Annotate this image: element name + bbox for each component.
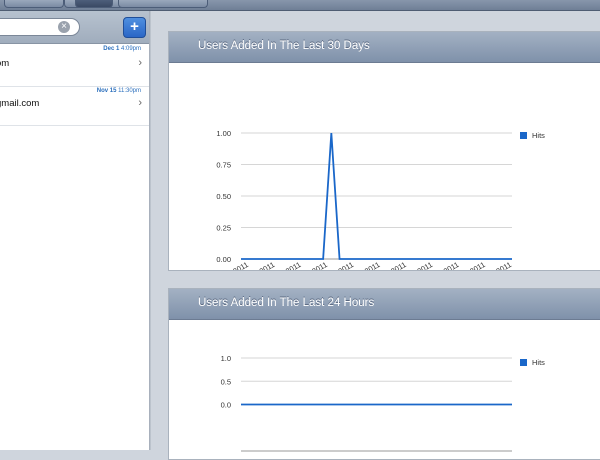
list-item[interactable]: Dec 1 4:09pm om › — [0, 44, 149, 87]
y-tick-label: 1.00 — [216, 129, 231, 138]
list-item-email: om — [0, 58, 10, 69]
chevron-right-icon: › — [138, 57, 142, 69]
y-tick-label: 0.25 — [216, 224, 231, 233]
top-toolbar — [0, 0, 600, 11]
panel-divider — [149, 11, 151, 450]
chart-card-30-days: Users Added In The Last 30 Days 1.00 0.75… — [168, 31, 600, 271]
toolbar-button-3[interactable] — [118, 0, 208, 8]
list-item-date: Dec 1 4:09pm — [103, 46, 141, 52]
add-user-button[interactable]: + — [123, 17, 146, 38]
y-tick-label: 0.5 — [221, 377, 231, 386]
toolbar-button-1[interactable] — [4, 0, 64, 8]
list-item-email: gmail.com — [0, 98, 40, 109]
card-header: Users Added In The Last 30 Days — [169, 32, 600, 63]
list-item[interactable]: Nov 15 11:30pm gmail.com › — [0, 87, 149, 126]
legend-swatch — [520, 132, 527, 139]
search-bar: × + — [0, 11, 149, 44]
legend-label: Hits — [532, 358, 545, 367]
y-tick-label: 0.0 — [221, 401, 231, 410]
user-list-panel: × + Dec 1 4:09pm om › Nov 15 11:30pm gma… — [0, 11, 149, 450]
chart-card-24-hours: Users Added In The Last 24 Hours 1.0 0.5 0… — [168, 288, 600, 460]
list-item-date: Nov 15 11:30pm — [96, 88, 141, 94]
y-tick-label: 1.0 — [221, 354, 231, 363]
card-header: Users Added In The Last 24 Hours — [169, 289, 600, 320]
clear-search-icon[interactable]: × — [58, 21, 70, 33]
y-tick-label: 0.75 — [216, 161, 231, 170]
card-title: Users Added In The Last 30 Days — [198, 40, 370, 52]
line-chart-24-hours: 1.0 0.5 0.0 Hits — [221, 354, 545, 452]
chevron-right-icon: › — [138, 97, 142, 109]
legend-swatch — [520, 359, 527, 366]
legend-label: Hits — [532, 131, 545, 140]
card-title: Users Added In The Last 24 Hours — [198, 297, 375, 309]
toolbar-button-active[interactable] — [75, 0, 113, 8]
y-tick-label: 0.00 — [216, 255, 231, 264]
y-tick-label: 0.50 — [216, 192, 231, 201]
line-chart-30-days: 1.000.750.500.250.00Nov 21st, 2011Nov 24… — [202, 129, 545, 270]
